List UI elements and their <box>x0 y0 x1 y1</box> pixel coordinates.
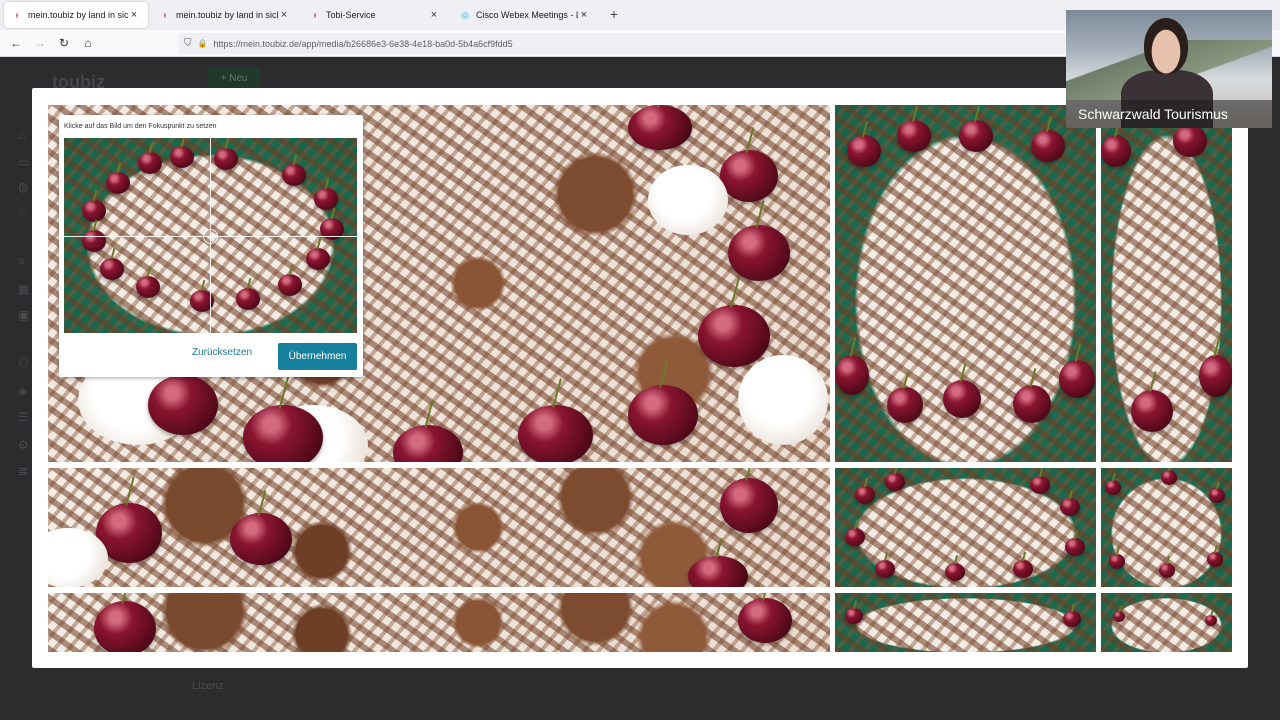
image-preview-banner <box>48 468 830 587</box>
browser-tab-2[interactable]: ᵻ mein.toubiz by land in sicht × <box>152 2 298 28</box>
new-button: + Neu <box>208 68 260 90</box>
forward-arrow-icon[interactable]: → <box>32 35 48 51</box>
tab-title: Cisco Webex Meetings - Landin <box>476 10 578 20</box>
calendar-icon: ▦ <box>18 282 30 296</box>
lizenz-label: Lizenz <box>192 680 224 692</box>
image-preview-portrait <box>835 105 1096 462</box>
focus-point-image[interactable] <box>64 138 357 333</box>
image-preview-square <box>1101 468 1232 587</box>
reset-button[interactable]: Zurücksetzen <box>192 347 252 358</box>
focus-point-dialog: Klicke auf das Bild um den Fokuspunkt zu… <box>59 115 363 377</box>
home-icon[interactable]: ⌂ <box>80 35 96 51</box>
address-bar[interactable]: ⛉ 🔒 https://mein.toubiz.de/app/media/b26… <box>178 33 1068 54</box>
browser-tab-1[interactable]: ᵻ mein.toubiz by land in sicht × <box>4 2 148 28</box>
layers-icon: ≣ <box>18 464 29 478</box>
lock-icon[interactable]: 🔒 <box>198 39 208 48</box>
toubiz-favicon-icon: ᵻ <box>16 10 18 20</box>
image-preview-strip-small <box>1101 593 1232 652</box>
image-preview-narrow <box>1101 105 1232 462</box>
tab-close-icon[interactable]: × <box>278 9 290 21</box>
focus-point-hint: Klicke auf das Bild um den Fokuspunkt zu… <box>64 123 217 130</box>
tab-title: mein.toubiz by land in sicht <box>176 10 278 20</box>
browser-tab-4[interactable]: ◎ Cisco Webex Meetings - Landin × <box>452 2 598 28</box>
focus-point-marker-icon[interactable] <box>203 229 218 244</box>
tab-title: mein.toubiz by land in sicht <box>28 10 128 20</box>
settings-icon: ⚙ <box>18 438 29 452</box>
tracking-shield-icon[interactable]: ⛉ <box>184 38 192 49</box>
media-icon: ▣ <box>18 308 30 322</box>
tab-close-icon[interactable]: × <box>128 9 140 21</box>
tab-close-icon[interactable]: × <box>578 9 590 21</box>
home-icon: ⌂ <box>18 128 26 142</box>
heart-icon: ♡ <box>18 207 29 221</box>
briefcase-icon: ▭ <box>18 155 30 169</box>
list-icon: ≡ <box>18 254 26 268</box>
back-arrow-icon[interactable]: ← <box>8 35 24 51</box>
webex-favicon-icon: ◎ <box>461 9 469 20</box>
tab-close-icon[interactable]: × <box>428 9 440 21</box>
new-tab-button[interactable]: + <box>606 6 622 22</box>
image-preview-landscape <box>835 468 1096 587</box>
toubiz-favicon-icon: ᵻ <box>164 10 166 20</box>
tab-title: Tobi-Service <box>326 10 376 20</box>
image-crop-modal: Klicke auf das Bild um den Fokuspunkt zu… <box>32 88 1248 668</box>
tag-icon: ◈ <box>18 384 28 398</box>
globe-icon: ◍ <box>18 180 29 194</box>
toubiz-favicon-icon: ᵻ <box>314 10 316 20</box>
apply-button[interactable]: Übernehmen <box>278 343 357 370</box>
url-text[interactable]: https://mein.toubiz.de/app/media/b26686e… <box>213 39 512 49</box>
reload-icon[interactable]: ↻ <box>56 35 72 51</box>
menu-icon: ☰ <box>18 410 29 424</box>
browser-tab-3[interactable]: ᵻ Tobi-Service × <box>302 2 448 28</box>
image-preview-strip <box>48 593 830 652</box>
image-preview-strip-medium <box>835 593 1096 652</box>
webcam-participant-name: Schwarzwald Tourismus <box>1066 100 1272 128</box>
webcam-person-head <box>1144 18 1188 74</box>
webcam-overlay: Schwarzwald Tourismus <box>1066 10 1272 128</box>
users-icon: ⚇ <box>18 356 29 370</box>
